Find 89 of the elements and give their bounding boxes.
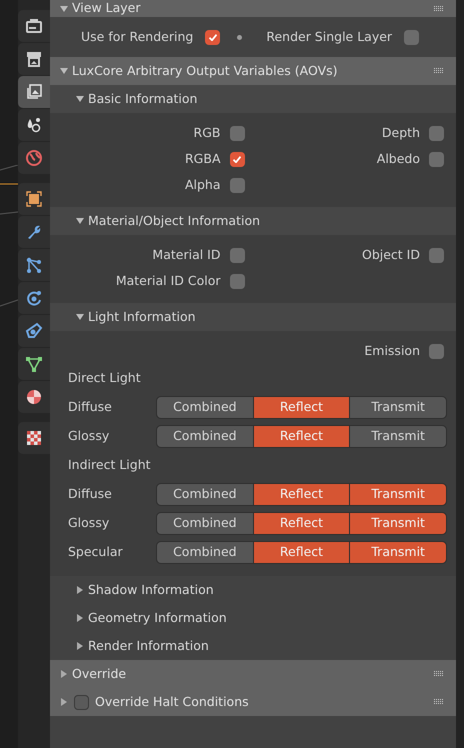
checkbox[interactable] bbox=[230, 126, 244, 140]
panel-title[interactable]: View Layer bbox=[72, 0, 140, 17]
properties-tab[interactable] bbox=[18, 381, 50, 413]
option-label: Use for Rendering bbox=[81, 28, 194, 46]
properties-tab[interactable] bbox=[18, 109, 50, 141]
properties-tab[interactable] bbox=[18, 282, 50, 314]
checkbox[interactable] bbox=[230, 248, 244, 262]
expanded-triangle-icon[interactable] bbox=[76, 217, 84, 225]
sphere-icon bbox=[25, 388, 43, 406]
checkbox[interactable] bbox=[230, 152, 244, 166]
row-label: Glossy bbox=[68, 514, 110, 532]
checkbox-label: Emission bbox=[364, 342, 420, 360]
toggle-button[interactable]: Reflect bbox=[252, 396, 350, 419]
row-label: Specular bbox=[68, 543, 124, 562]
properties-tab[interactable] bbox=[18, 348, 50, 380]
checkbox[interactable] bbox=[404, 30, 420, 44]
row-label: Diffuse bbox=[68, 485, 113, 504]
properties-tab[interactable] bbox=[18, 249, 50, 281]
checkbox-label: RGB bbox=[194, 124, 220, 142]
checkbox[interactable] bbox=[230, 178, 244, 192]
checker-icon bbox=[25, 429, 43, 447]
toggle-button[interactable]: Combined bbox=[156, 483, 254, 506]
triangle-icon bbox=[25, 355, 43, 373]
toggle-button[interactable]: Reflect bbox=[252, 425, 350, 448]
properties-tab[interactable] bbox=[18, 422, 50, 454]
checkbox-label: Alpha bbox=[184, 176, 220, 194]
toggle-button[interactable]: Combined bbox=[156, 396, 254, 419]
properties-tab[interactable] bbox=[18, 76, 50, 108]
checkbox-label: Depth bbox=[382, 124, 420, 142]
checkbox[interactable] bbox=[230, 274, 244, 288]
checkbox-label: Material ID Color bbox=[116, 272, 220, 290]
properties-tab[interactable] bbox=[18, 315, 50, 347]
checkbox[interactable] bbox=[429, 126, 444, 140]
checkbox[interactable] bbox=[429, 344, 444, 358]
camera-icon bbox=[25, 17, 43, 35]
option-label: Render Single Layer bbox=[266, 28, 392, 46]
toggle-button[interactable]: Reflect bbox=[252, 541, 350, 564]
printer-icon bbox=[25, 50, 43, 68]
checkbox[interactable] bbox=[205, 30, 220, 44]
collapsed-triangle-icon[interactable] bbox=[76, 642, 84, 650]
shapes-icon bbox=[25, 116, 43, 134]
row-label: Glossy bbox=[68, 427, 110, 446]
toggle-button[interactable]: Reflect bbox=[252, 483, 350, 506]
properties-tab[interactable] bbox=[18, 10, 50, 42]
expanded-triangle-icon[interactable] bbox=[76, 95, 84, 103]
row-label: Diffuse bbox=[68, 398, 113, 416]
link-icon bbox=[25, 322, 43, 340]
collapsed-triangle-icon[interactable] bbox=[76, 614, 84, 622]
orbit-icon bbox=[25, 289, 43, 307]
group-label: Direct Light bbox=[68, 369, 141, 388]
panel-title[interactable]: Override bbox=[72, 664, 126, 684]
expanded-triangle-icon[interactable] bbox=[60, 67, 68, 75]
toggle-button[interactable]: Transmit bbox=[349, 483, 448, 506]
checkbox[interactable] bbox=[74, 694, 89, 710]
check-icon bbox=[208, 34, 217, 40]
subpanel-title[interactable]: Light Information bbox=[88, 308, 196, 326]
expanded-triangle-icon[interactable] bbox=[60, 4, 68, 12]
collapsed-triangle-icon[interactable] bbox=[60, 698, 68, 706]
collapsed-triangle-icon[interactable] bbox=[60, 670, 68, 678]
subpanel-title[interactable]: Basic Information bbox=[88, 90, 198, 108]
toggle-button[interactable]: Transmit bbox=[349, 512, 448, 535]
expanded-triangle-icon[interactable] bbox=[76, 313, 84, 321]
toggle-button[interactable]: Combined bbox=[156, 541, 254, 564]
properties-tab[interactable] bbox=[18, 183, 50, 215]
toggle-button[interactable]: Transmit bbox=[349, 425, 448, 448]
square-icon bbox=[25, 190, 43, 208]
group-label: Indirect Light bbox=[68, 456, 151, 474]
subpanel-title[interactable]: Render Information bbox=[88, 636, 209, 656]
globe-icon bbox=[25, 149, 43, 167]
checkbox[interactable] bbox=[429, 152, 444, 166]
checkbox[interactable] bbox=[429, 248, 444, 262]
subpanel-title[interactable]: Shadow Information bbox=[88, 580, 214, 600]
toggle-button[interactable]: Transmit bbox=[349, 396, 448, 419]
image-stack-icon bbox=[25, 83, 43, 101]
checkbox-label: RGBA bbox=[185, 150, 220, 168]
properties-tab[interactable] bbox=[18, 216, 50, 248]
toggle-button[interactable]: Reflect bbox=[252, 512, 350, 535]
toggle-button[interactable]: Combined bbox=[156, 512, 254, 535]
toggle-button[interactable]: Transmit bbox=[349, 541, 448, 564]
nodes-icon bbox=[25, 256, 43, 274]
checkbox-label: Material ID bbox=[152, 246, 220, 264]
checkbox-label: Albedo bbox=[376, 150, 420, 168]
subpanel-title[interactable]: Geometry Information bbox=[88, 608, 227, 628]
collapsed-triangle-icon[interactable] bbox=[76, 586, 84, 594]
checkbox-label: Object ID bbox=[362, 246, 420, 264]
check-icon bbox=[233, 156, 241, 162]
separator-dot bbox=[237, 34, 242, 40]
toggle-button[interactable]: Combined bbox=[156, 425, 254, 448]
properties-tab[interactable] bbox=[18, 43, 50, 75]
